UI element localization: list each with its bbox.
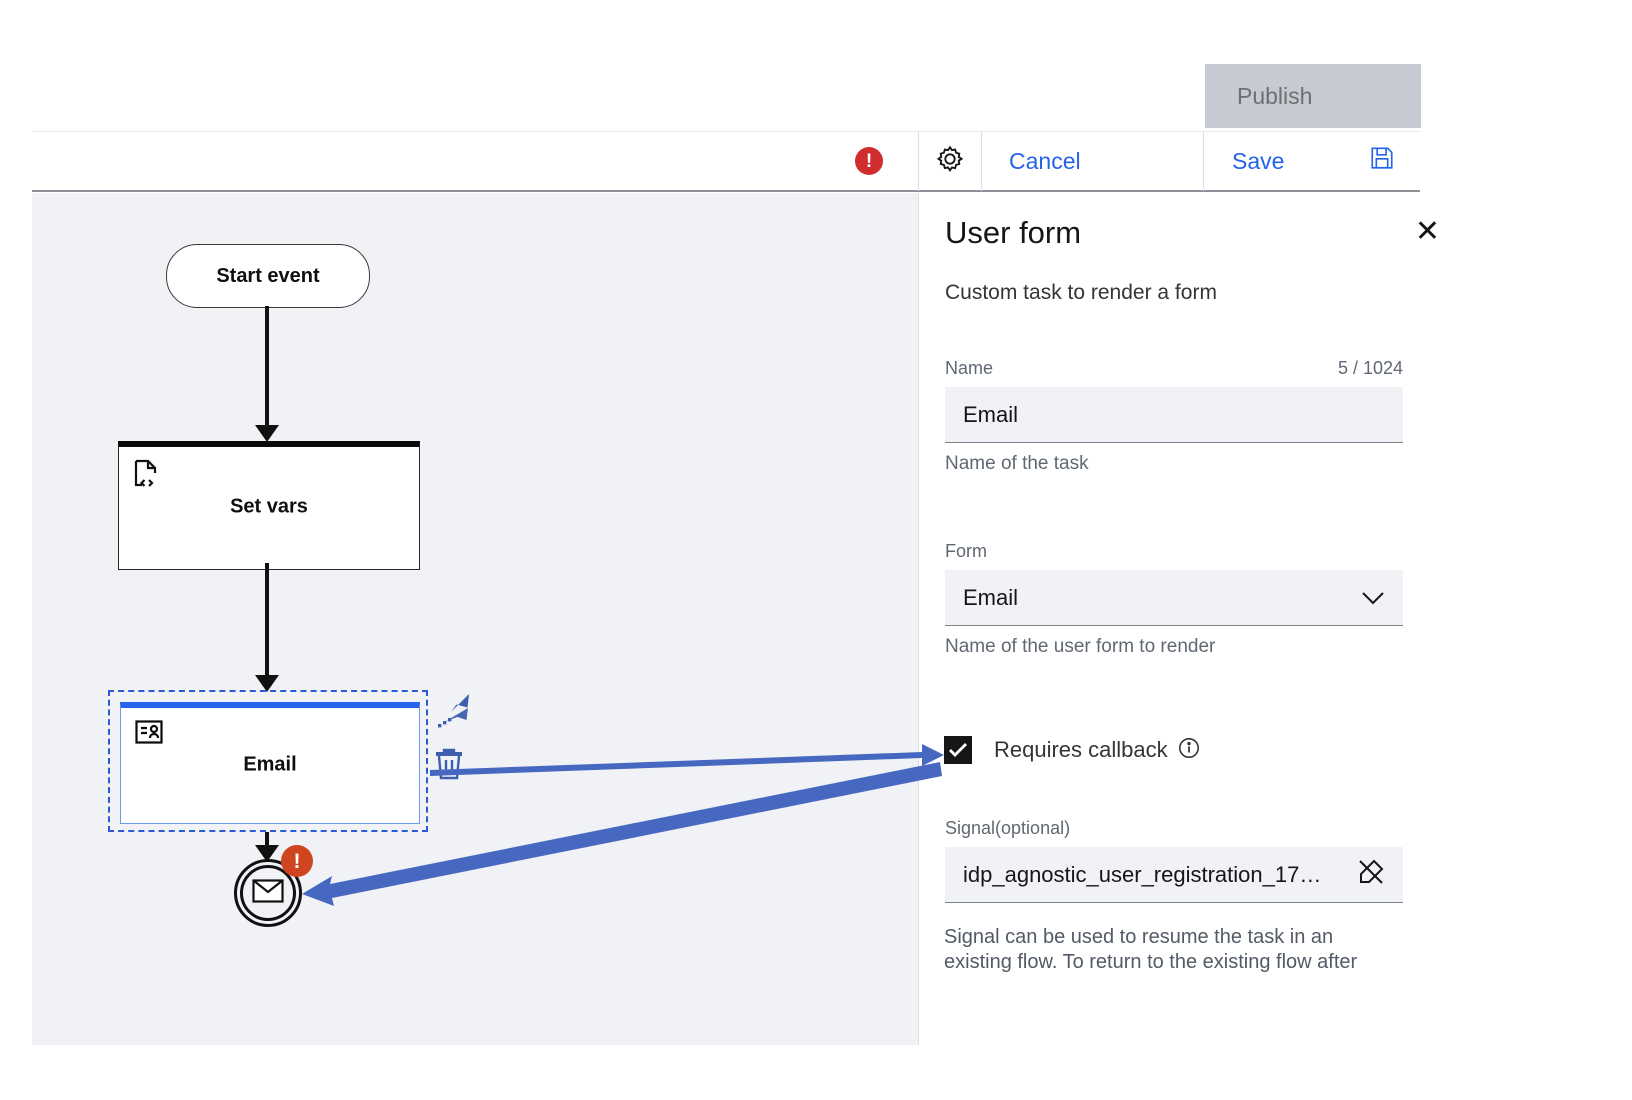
flow-node-start-event[interactable]: Start event bbox=[166, 244, 370, 308]
trash-icon[interactable] bbox=[432, 745, 474, 786]
flow-node-label: Email bbox=[121, 753, 419, 776]
name-input-value: Email bbox=[963, 402, 1018, 428]
gear-icon bbox=[935, 144, 965, 179]
panel-subtitle: Custom task to render a form bbox=[945, 281, 1217, 305]
signal-field-help: Signal can be used to resume the task in… bbox=[944, 925, 1384, 975]
chevron-down-icon bbox=[1361, 585, 1385, 611]
form-field-group: Form Email Name of the user form to rend… bbox=[945, 541, 1403, 658]
properties-panel: User form ✕ Custom task to render a form… bbox=[918, 193, 1478, 1045]
floppy-disk-icon bbox=[1369, 145, 1395, 177]
requires-callback-label: Requires callback bbox=[994, 737, 1168, 763]
error-badge-icon: ! bbox=[855, 147, 883, 175]
name-field-counter: 5 / 1024 bbox=[1338, 358, 1403, 379]
document-code-icon bbox=[133, 459, 159, 494]
flow-connector-1 bbox=[265, 306, 269, 428]
publish-label: Publish bbox=[1237, 83, 1312, 110]
form-select[interactable]: Email bbox=[945, 570, 1403, 626]
signal-field-header: Signal(optional) bbox=[945, 818, 1403, 839]
name-field-label: Name bbox=[945, 358, 993, 379]
flow-node-label: Start event bbox=[216, 265, 319, 288]
form-field-label: Form bbox=[945, 541, 987, 562]
flow-connector-2 bbox=[265, 563, 269, 678]
save-button[interactable]: Save bbox=[1205, 131, 1421, 191]
signal-field-group: Signal(optional) idp_agnostic_user_regis… bbox=[945, 818, 1403, 903]
signal-input[interactable]: idp_agnostic_user_registration_17… bbox=[945, 847, 1403, 903]
publish-button[interactable]: Publish bbox=[1205, 64, 1421, 128]
validation-error-cell[interactable]: ! bbox=[820, 131, 919, 191]
flow-node-email-selection[interactable]: Email bbox=[108, 690, 428, 832]
cancel-button[interactable]: Cancel bbox=[982, 131, 1204, 191]
name-field-header: Name 5 / 1024 bbox=[945, 358, 1403, 379]
node-toolbar[interactable] bbox=[432, 688, 474, 786]
app-root: Publish ! Cancel Save Start event bbox=[0, 0, 1632, 1100]
requires-callback-checkbox[interactable] bbox=[944, 736, 972, 764]
signal-input-value: idp_agnostic_user_registration_17… bbox=[963, 862, 1321, 888]
settings-button[interactable] bbox=[919, 131, 982, 191]
name-field-group: Name 5 / 1024 Email Name of the task bbox=[945, 358, 1403, 475]
cancel-label: Cancel bbox=[1009, 148, 1081, 175]
save-label: Save bbox=[1232, 148, 1284, 175]
flow-connector-1-arrowhead bbox=[255, 425, 279, 442]
flow-canvas[interactable]: Start event Set vars bbox=[32, 193, 918, 1045]
info-icon[interactable] bbox=[1178, 737, 1200, 764]
flow-node-label: Set vars bbox=[119, 495, 419, 518]
connect-icon[interactable] bbox=[432, 688, 474, 739]
flow-node-set-vars[interactable]: Set vars bbox=[118, 441, 420, 570]
name-input[interactable]: Email bbox=[945, 387, 1403, 443]
panel-title: User form bbox=[945, 215, 1081, 251]
form-field-help: Name of the user form to render bbox=[945, 636, 1403, 658]
name-field-help: Name of the task bbox=[945, 453, 1403, 475]
end-event-error-badge: ! bbox=[281, 845, 313, 877]
form-select-value: Email bbox=[963, 585, 1018, 611]
pen-strikethrough-icon[interactable] bbox=[1357, 858, 1385, 892]
envelope-icon bbox=[252, 879, 284, 908]
form-field-header: Form bbox=[945, 541, 1403, 562]
requires-callback-row[interactable]: Requires callback bbox=[944, 736, 1200, 764]
user-form-icon bbox=[135, 720, 163, 749]
close-icon[interactable]: ✕ bbox=[1415, 217, 1440, 247]
flow-node-email[interactable]: Email bbox=[120, 702, 420, 824]
signal-field-label: Signal(optional) bbox=[945, 818, 1070, 839]
